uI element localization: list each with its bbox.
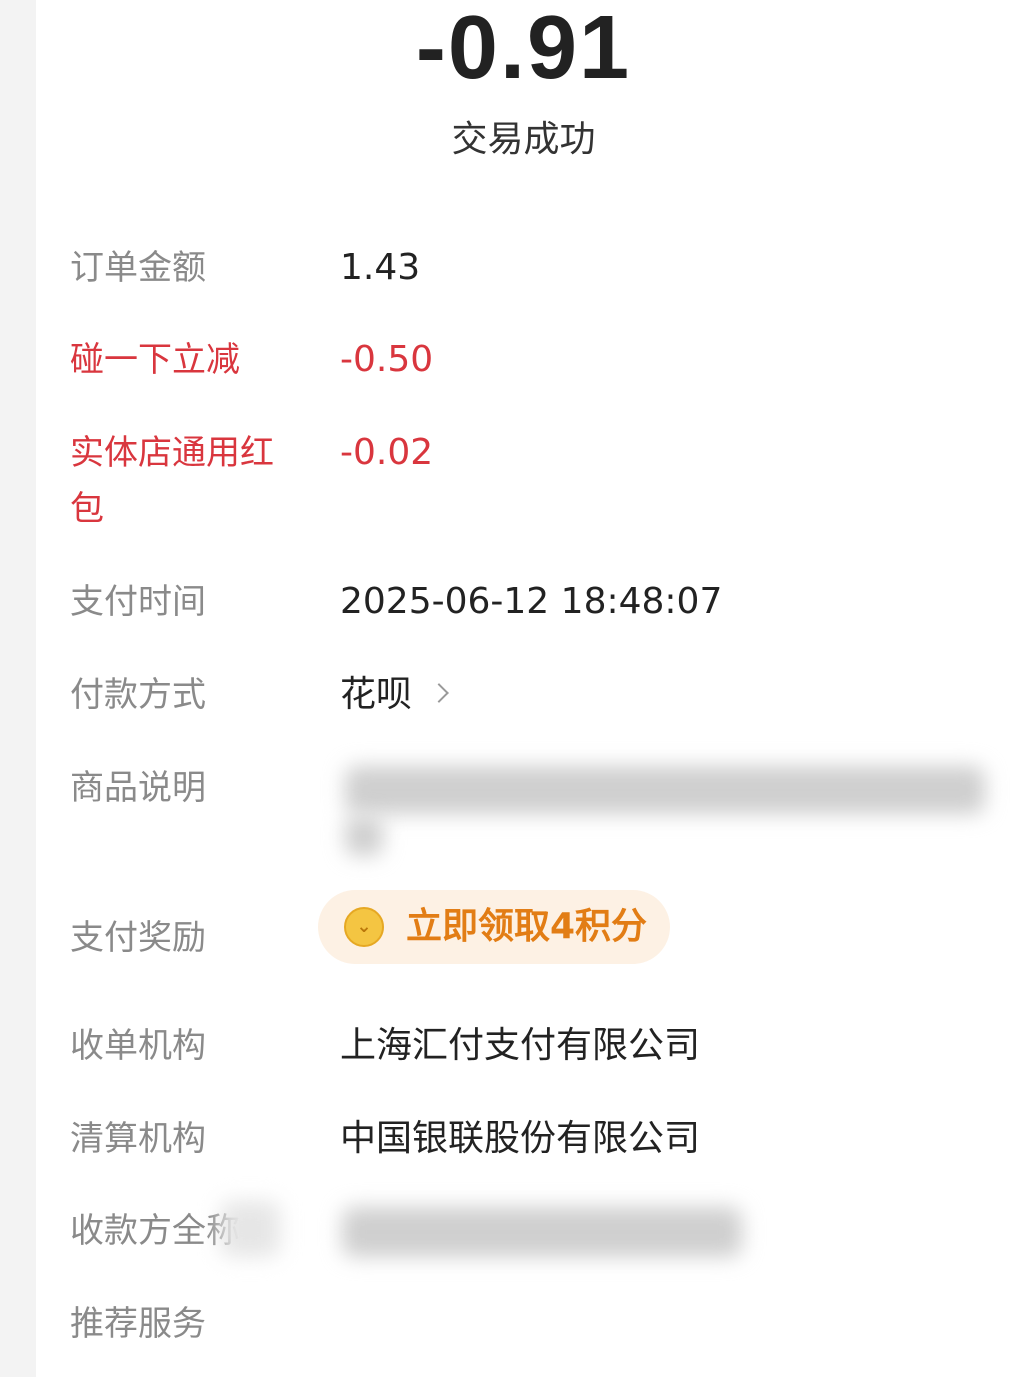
pay-time-value: 2025-06-12 18:48:07	[340, 581, 723, 622]
transaction-status: 交易成功	[451, 119, 596, 160]
claim-points-button[interactable]: ⌄ 立即领取4积分	[318, 890, 670, 964]
product-desc-label: 商品说明	[70, 768, 206, 808]
chevron-right-icon	[429, 683, 449, 703]
acquirer-value: 上海汇付支付有限公司	[340, 1025, 701, 1066]
order-amount-value: 1.43	[340, 247, 421, 288]
tap-discount-label: 碰一下立减	[70, 340, 240, 380]
acquirer-label: 收单机构	[70, 1026, 206, 1066]
store-red-packet-label: 实体店通用红包	[70, 433, 274, 529]
product-desc-redacted-2	[345, 816, 383, 856]
claim-points-label: 立即领取4积分	[406, 906, 648, 947]
pay-method-text: 花呗	[340, 674, 413, 715]
pay-method-value[interactable]: 花呗	[340, 667, 449, 723]
tap-discount-value: -0.50	[340, 339, 434, 380]
pay-reward-label: 支付奖励	[70, 918, 206, 958]
recommended-label: 推荐服务	[70, 1304, 206, 1344]
pay-method-label: 付款方式	[70, 675, 206, 715]
transaction-amount: -0.91	[415, 0, 632, 98]
transaction-header: -0.91 交易成功	[36, 0, 1011, 200]
clearing-value: 中国银联股份有限公司	[340, 1118, 701, 1159]
order-amount-label: 订单金额	[70, 248, 206, 288]
left-edge-strip	[0, 0, 36, 1377]
product-desc-redacted	[345, 766, 985, 814]
coin-icon: ⌄	[344, 907, 384, 947]
clearing-label: 清算机构	[70, 1119, 206, 1159]
pay-time-label: 支付时间	[70, 582, 206, 622]
payee-label-redacted	[220, 1201, 280, 1257]
store-red-packet-value: -0.02	[340, 432, 434, 473]
payee-name-redacted	[342, 1207, 742, 1257]
